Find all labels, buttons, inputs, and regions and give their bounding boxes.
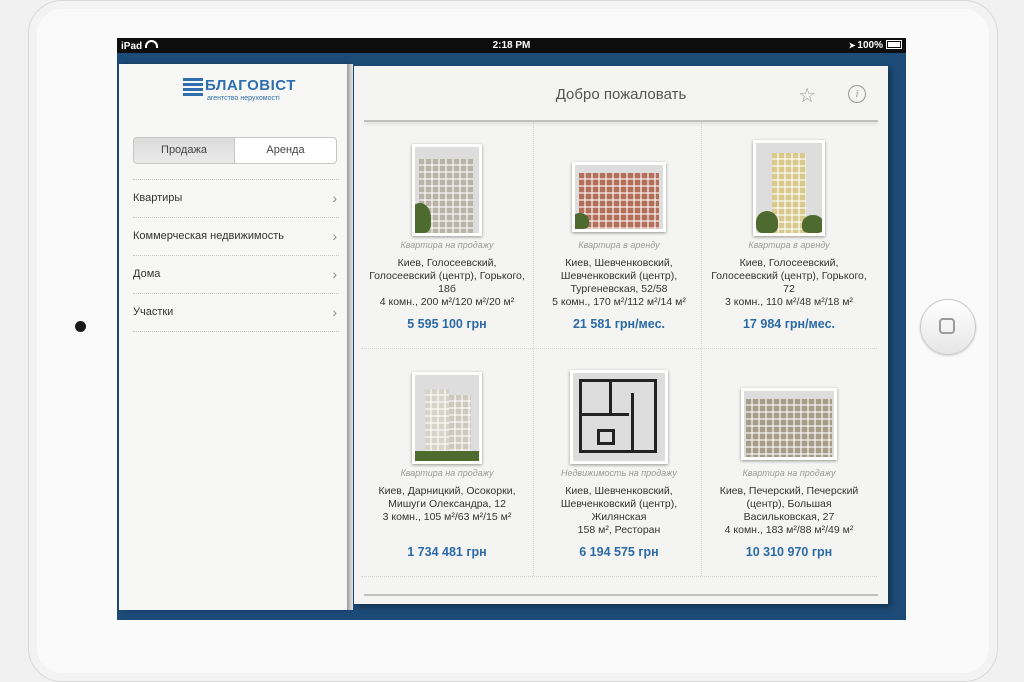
- listing-details: 4 комн., 200 м²/120 м²/20 м²: [379, 296, 515, 308]
- listing-type: Недвижимость на продажу: [561, 468, 677, 478]
- sidebar: БЛАГОВІСТ агентство нерухомості Продажа …: [119, 64, 348, 610]
- deal-type-segmented-control: Продажа Аренда: [133, 137, 337, 164]
- listing-type: Квартира на продажу: [400, 468, 494, 478]
- listing-details: 158 м², Ресторан: [577, 524, 661, 536]
- menu-item-houses[interactable]: Дома ›: [133, 256, 339, 294]
- home-button[interactable]: [920, 299, 976, 355]
- listing-type: Квартира в аренду: [578, 240, 660, 250]
- app-screen: iPad 2:18 PM ➤ 100% БЛАГОВІСТ агентство н…: [117, 38, 906, 620]
- chevron-right-icon: ›: [332, 228, 337, 244]
- logo-title: БЛАГОВІСТ: [205, 77, 296, 94]
- location-icon: ➤: [848, 41, 856, 50]
- row-divider: [361, 348, 877, 349]
- listing-card[interactable]: Квартира на продажу Киев, Голосеевский, …: [363, 122, 531, 348]
- listing-address: Киев, Шевченковский, Шевченковский (цент…: [560, 257, 678, 295]
- footer-divider: [364, 594, 878, 596]
- logo-subtitle: агентство нерухомості: [207, 95, 280, 102]
- listing-price: 21 581 грн/мес.: [572, 317, 666, 331]
- listing-address: Киев, Дарницкий, Осокорки, Мишуги Олекса…: [378, 485, 516, 510]
- status-bar: iPad 2:18 PM ➤ 100%: [117, 38, 906, 53]
- column-divider: [533, 122, 534, 576]
- logo-mark-icon: [183, 78, 203, 98]
- menu-item-label: Коммерческая недвижимость: [133, 230, 284, 242]
- listing-photo: [741, 388, 837, 460]
- status-time: 2:18 PM: [492, 40, 531, 51]
- listing-photo: [753, 140, 825, 236]
- listing-card[interactable]: Квартира в аренду Киев, Голосеевский, Го…: [705, 122, 873, 348]
- star-icon[interactable]: ☆: [798, 83, 816, 108]
- listing-address: Киев, Шевченковский, Шевченковский (цент…: [560, 485, 678, 523]
- listing-price: 1 734 481 грн: [407, 545, 487, 559]
- menu-item-plots[interactable]: Участки ›: [133, 294, 339, 332]
- row-divider: [361, 576, 877, 577]
- chevron-right-icon: ›: [332, 304, 337, 320]
- segment-rent[interactable]: Аренда: [235, 138, 336, 163]
- listing-photo: [572, 162, 666, 232]
- listing-type: Квартира на продажу: [400, 240, 494, 250]
- listing-price: 10 310 970 грн: [745, 545, 833, 559]
- menu-item-label: Участки: [133, 306, 174, 318]
- battery-icon: [886, 40, 902, 49]
- listing-details: 3 комн., 105 м²/63 м²/15 м²: [382, 511, 512, 523]
- listing-card[interactable]: Квартира в аренду Киев, Шевченковский, Ш…: [535, 122, 703, 348]
- listing-price: 5 595 100 грн: [407, 317, 487, 331]
- listing-details: 3 комн., 110 м²/48 м²/18 м²: [725, 296, 853, 308]
- book-spine: [347, 64, 353, 610]
- listing-photo: [412, 372, 482, 464]
- chevron-right-icon: ›: [332, 190, 337, 206]
- listing-address: Киев, Печерский, Печерский (центр), Боль…: [719, 485, 859, 523]
- segment-sale[interactable]: Продажа: [134, 138, 235, 163]
- listing-card[interactable]: Квартира на продажу Киев, Печерский, Печ…: [705, 350, 873, 576]
- floor-plan-image: [570, 370, 668, 464]
- menu-item-label: Дома: [133, 268, 161, 280]
- listing-card[interactable]: Квартира на продажу Киев, Дарницкий, Осо…: [363, 350, 531, 576]
- listings-page: Добро пожаловать ☆ i Квартира на продажу…: [354, 66, 888, 604]
- listing-price: 6 194 575 грн: [579, 545, 659, 559]
- listing-details: 5 комн., 170 м²/112 м²/14 м²: [552, 296, 686, 308]
- camera-dot: [75, 321, 86, 332]
- info-icon[interactable]: i: [848, 85, 866, 103]
- menu-item-apartments[interactable]: Квартиры ›: [133, 179, 339, 218]
- home-button-icon: [939, 318, 955, 334]
- listing-details: 4 комн., 183 м²/88 м²/49 м²: [724, 524, 854, 536]
- listing-address: Киев, Голосеевский, Голосеевский (центр)…: [369, 257, 525, 295]
- listing-card[interactable]: Недвижимость на продажу Киев, Шевченковс…: [535, 350, 703, 576]
- agency-logo: БЛАГОВІСТ агентство нерухомості: [183, 77, 296, 107]
- listing-type: Квартира в аренду: [748, 240, 830, 250]
- listing-address: Киев, Голосеевский, Голосеевский (центр)…: [711, 257, 867, 295]
- status-right: ➤ 100%: [849, 40, 902, 51]
- listing-price: 17 984 грн/мес.: [742, 317, 836, 331]
- listing-photo: [412, 144, 482, 236]
- listing-type: Квартира на продажу: [742, 468, 836, 478]
- menu-item-label: Квартиры: [133, 192, 183, 204]
- category-menu: Квартиры › Коммерческая недвижимость › Дом…: [133, 179, 339, 332]
- chevron-right-icon: ›: [332, 266, 337, 282]
- battery-percent: 100%: [857, 40, 883, 51]
- menu-item-commercial[interactable]: Коммерческая недвижимость ›: [133, 218, 339, 256]
